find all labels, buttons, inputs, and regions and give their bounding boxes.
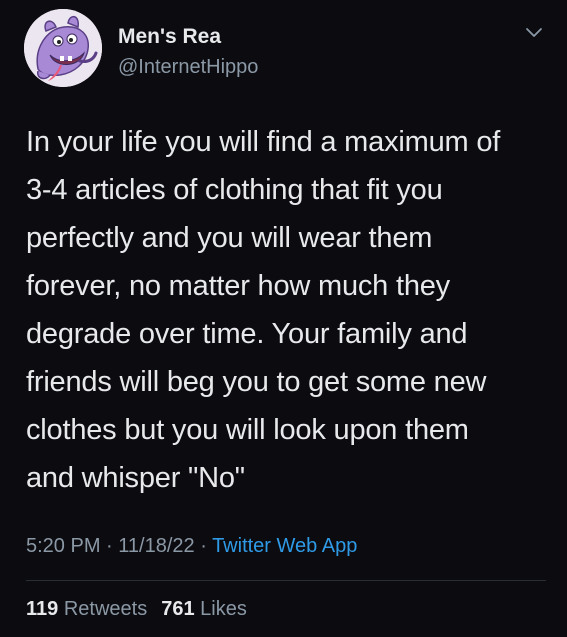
retweets-stat[interactable]: 119 Retweets <box>26 598 147 620</box>
retweets-label: Retweets <box>63 598 148 620</box>
author-block: Men's Rea @InternetHippo <box>118 24 258 80</box>
chevron-down-icon[interactable] <box>525 26 543 40</box>
likes-label: Likes <box>200 598 247 620</box>
tweet-meta: 5:20 PM · 11/18/22 · Twitter Web App <box>26 533 357 559</box>
tweet-time[interactable]: 5:20 PM <box>26 535 100 557</box>
meta-separator: · <box>100 535 119 557</box>
tweet-text: In your life you will find a maximum of … <box>26 126 501 494</box>
meta-separator: · <box>194 535 213 557</box>
tweet-source[interactable]: Twitter Web App <box>212 535 357 557</box>
author-handle[interactable]: @InternetHippo <box>118 54 258 80</box>
likes-stat[interactable]: 761 Likes <box>161 598 247 620</box>
likes-count: 761 <box>161 598 195 620</box>
avatar[interactable] <box>24 9 102 87</box>
tweet-card: Men's Rea @InternetHippo In your life yo… <box>0 0 567 637</box>
retweets-count: 119 <box>26 598 59 620</box>
hippo-avatar-icon <box>24 9 102 87</box>
divider <box>26 580 546 581</box>
tweet-date[interactable]: 11/18/22 <box>118 535 194 557</box>
author-display-name[interactable]: Men's Rea <box>118 24 258 50</box>
tweet-stats: 119 Retweets 761 Likes <box>26 596 247 622</box>
